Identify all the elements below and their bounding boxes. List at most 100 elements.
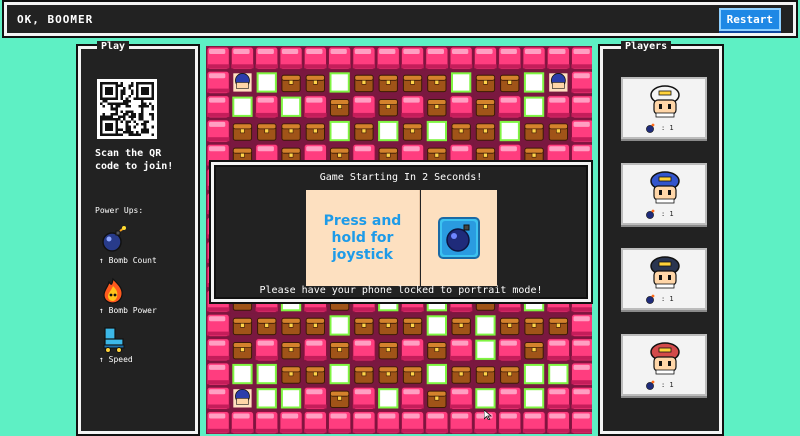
board-tile-13-14 bbox=[546, 361, 571, 387]
board-tile-14-8 bbox=[400, 386, 425, 411]
player-bomb-count: : 1 bbox=[661, 124, 674, 132]
board-tile-2-5 bbox=[327, 94, 352, 119]
board-tile-15-3 bbox=[278, 410, 304, 434]
board-tile-15-6 bbox=[351, 410, 377, 434]
board-tile-3-0 bbox=[206, 118, 231, 144]
board-tile-11-2 bbox=[254, 313, 279, 338]
board-tile-15-5 bbox=[327, 410, 352, 434]
board-tile-15-0 bbox=[206, 410, 231, 434]
board-tile-13-6 bbox=[351, 361, 377, 387]
board-tile-15-2 bbox=[254, 410, 279, 434]
board-tile-15-15 bbox=[570, 410, 592, 434]
powerup-bomb-power: ↑ Bomb Power bbox=[99, 276, 189, 315]
board-tile-1-6 bbox=[351, 70, 377, 95]
board-tile-1-9 bbox=[424, 70, 449, 95]
board-tile-14-11 bbox=[473, 386, 498, 411]
board-tile-1-12 bbox=[497, 70, 522, 95]
board-tile-2-2 bbox=[254, 94, 279, 119]
player-avatar-icon bbox=[650, 256, 680, 289]
game-start-modal: Game Starting In 2 Seconds! Press and ho… bbox=[211, 162, 591, 302]
board-tile-3-5 bbox=[327, 118, 352, 144]
board-tile-0-12 bbox=[497, 46, 522, 71]
board-tile-1-15 bbox=[570, 70, 592, 95]
board-tile-2-1 bbox=[230, 94, 255, 119]
board-tile-11-10 bbox=[449, 313, 474, 338]
board-tile-3-10 bbox=[449, 118, 474, 144]
board-tile-13-1 bbox=[230, 361, 255, 387]
player-bomb-stat: : 1 bbox=[645, 123, 674, 133]
board-tile-2-9 bbox=[424, 94, 449, 119]
board-tile-0-5 bbox=[327, 46, 352, 71]
board-tile-1-7 bbox=[376, 70, 401, 95]
board-tile-11-6 bbox=[351, 313, 377, 338]
board-tile-12-15 bbox=[570, 337, 592, 362]
board-tile-12-4 bbox=[303, 337, 328, 362]
board-tile-3-4 bbox=[303, 118, 328, 144]
board-tile-12-7 bbox=[376, 337, 401, 362]
board-tile-14-2 bbox=[254, 386, 279, 411]
board-tile-2-3 bbox=[278, 94, 304, 119]
powerups-label: Power Ups: bbox=[95, 206, 144, 215]
board-tile-1-1 bbox=[230, 70, 255, 95]
bomb-icon bbox=[646, 209, 655, 219]
board-tile-11-8 bbox=[400, 313, 425, 338]
board-tile-13-8 bbox=[400, 361, 425, 387]
player-bomb-count: : 1 bbox=[661, 295, 674, 303]
board-tile-13-2 bbox=[254, 361, 279, 387]
powerup-bomb-count-label: ↑ Bomb Count bbox=[99, 256, 157, 265]
board-tile-11-5 bbox=[327, 313, 352, 338]
board-tile-15-1 bbox=[230, 410, 255, 434]
board-tile-13-9 bbox=[424, 361, 449, 387]
board-tile-15-12 bbox=[497, 410, 522, 434]
board-tile-11-3 bbox=[278, 313, 304, 338]
board-tile-2-4 bbox=[303, 94, 328, 119]
board-tile-15-9 bbox=[424, 410, 449, 434]
bomb-button-icon[interactable] bbox=[437, 216, 481, 260]
board-tile-15-7 bbox=[376, 410, 401, 434]
board-tile-11-14 bbox=[546, 313, 571, 338]
speed-icon bbox=[103, 327, 125, 353]
bomb-icon bbox=[646, 380, 655, 390]
board-tile-13-3 bbox=[278, 361, 304, 387]
board-tile-2-15 bbox=[570, 94, 592, 119]
player-card-2: : 1 bbox=[621, 163, 707, 225]
board-tile-2-11 bbox=[473, 94, 498, 119]
board-tile-0-8 bbox=[400, 46, 425, 71]
board-tile-13-10 bbox=[449, 361, 474, 387]
qr-code-image bbox=[100, 82, 154, 136]
board-tile-0-15 bbox=[570, 46, 592, 71]
board-tile-3-2 bbox=[254, 118, 279, 144]
player-avatar-icon bbox=[650, 85, 680, 118]
board-tile-14-13 bbox=[521, 386, 547, 411]
board-tile-0-2 bbox=[254, 46, 279, 71]
board-tile-11-9 bbox=[424, 313, 449, 338]
board-tile-12-2 bbox=[254, 337, 279, 362]
board-tile-1-8 bbox=[400, 70, 425, 95]
restart-button[interactable]: Restart bbox=[718, 7, 781, 31]
board-tile-0-6 bbox=[351, 46, 377, 71]
board-tile-11-13 bbox=[521, 313, 547, 338]
header-bar: OK, BOOMER Restart bbox=[4, 2, 796, 36]
board-tile-13-15 bbox=[570, 361, 592, 387]
board-tile-14-0 bbox=[206, 386, 231, 411]
player-bomb-count: : 1 bbox=[661, 381, 674, 389]
bomb-power-icon bbox=[103, 277, 123, 304]
board-tile-3-3 bbox=[278, 118, 304, 144]
player-avatar-icon bbox=[650, 342, 680, 375]
board-tile-0-11 bbox=[473, 46, 498, 71]
board-tile-3-12 bbox=[497, 118, 522, 144]
board-tile-12-12 bbox=[497, 337, 522, 362]
board-tile-11-12 bbox=[497, 313, 522, 338]
board-tile-12-9 bbox=[424, 337, 449, 362]
board-tile-13-5 bbox=[327, 361, 352, 387]
board-tile-12-14 bbox=[546, 337, 571, 362]
board-tile-14-12 bbox=[497, 386, 522, 411]
powerup-bomb-count: ↑ Bomb Count bbox=[99, 226, 189, 265]
board-tile-1-2 bbox=[254, 70, 279, 95]
board-tile-13-11 bbox=[473, 361, 498, 387]
board-tile-14-9 bbox=[424, 386, 449, 411]
player-card-1: : 1 bbox=[621, 77, 707, 139]
board-tile-0-0 bbox=[206, 46, 231, 71]
board-tile-1-10 bbox=[449, 70, 474, 95]
board-tile-11-11 bbox=[473, 313, 498, 338]
